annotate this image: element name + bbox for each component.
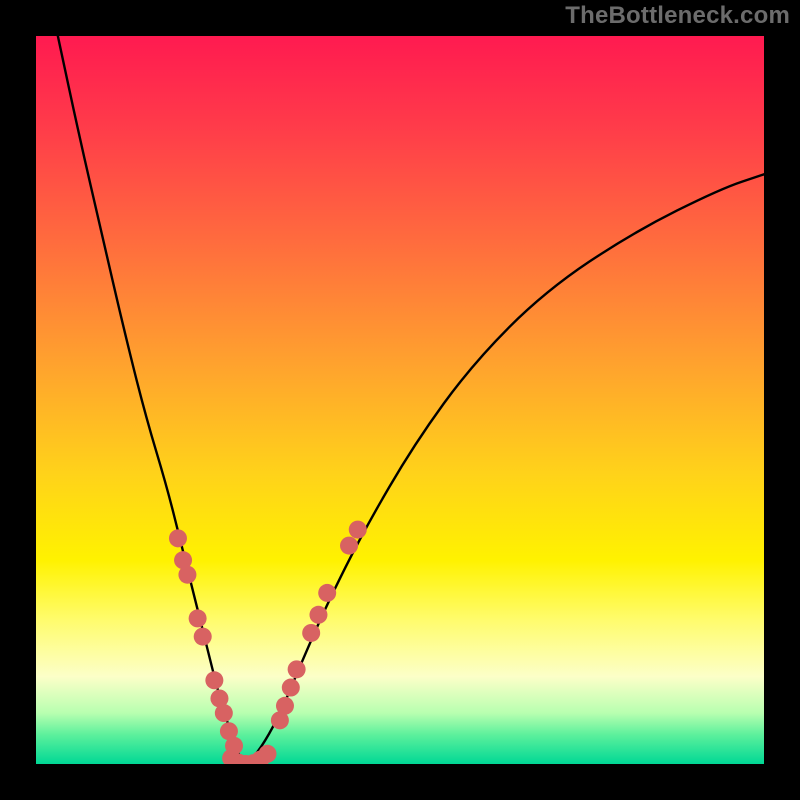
data-point — [194, 628, 212, 646]
data-point — [340, 537, 358, 555]
data-point — [259, 745, 277, 763]
data-point — [169, 529, 187, 547]
data-point — [309, 606, 327, 624]
data-point — [205, 671, 223, 689]
watermark-text: TheBottleneck.com — [565, 2, 790, 30]
chart-svg — [36, 36, 764, 764]
data-point — [215, 704, 233, 722]
data-point — [288, 660, 306, 678]
data-point — [302, 624, 320, 642]
data-point — [189, 609, 207, 627]
chart-frame: TheBottleneck.com — [0, 0, 800, 800]
data-points — [169, 521, 367, 764]
data-point — [178, 566, 196, 584]
right-curve — [244, 174, 764, 764]
data-point — [318, 584, 336, 602]
data-point — [349, 521, 367, 539]
data-point — [276, 697, 294, 715]
data-point — [282, 679, 300, 697]
plot-area — [36, 36, 764, 764]
left-curve — [58, 36, 244, 764]
